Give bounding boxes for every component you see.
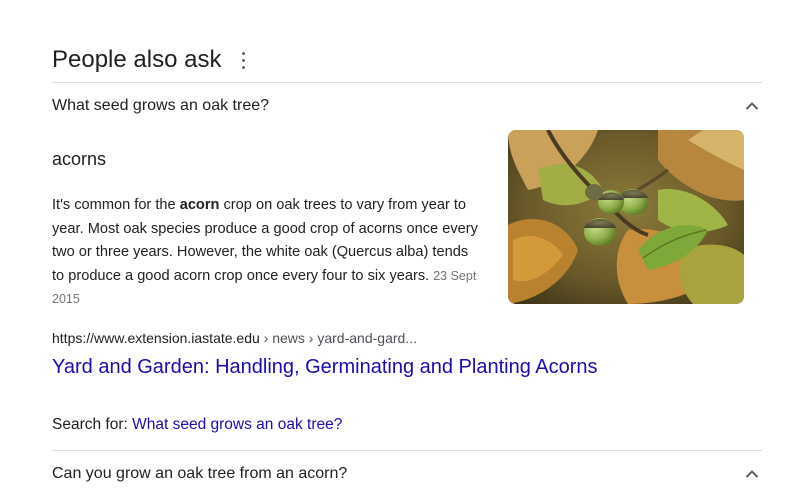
snippet-highlight: acorn <box>179 197 220 213</box>
source-url: https://www.extension.iastate.edu <box>52 330 260 346</box>
paa-title: People also ask <box>52 46 222 73</box>
question-text: Can you grow an oak tree from an acorn? <box>52 465 348 482</box>
answer-snippet: It's common for the acorn crop on oak tr… <box>52 194 482 312</box>
snippet-text-before: It's common for the <box>52 197 180 213</box>
more-vertical-icon[interactable] <box>239 51 247 69</box>
question-row-oak-seed[interactable]: What seed grows an oak tree? <box>52 82 762 130</box>
source-breadcrumbs: › news › yard-and-gard... <box>259 330 417 346</box>
search-for-label: Search for: <box>52 416 133 433</box>
search-for-row: Search for: What seed grows an oak tree? <box>52 414 342 436</box>
chevron-up-icon[interactable] <box>742 464 762 484</box>
result-title-link[interactable]: Yard and Garden: Handling, Germinating a… <box>52 353 598 381</box>
acorn-photo[interactable] <box>508 130 744 304</box>
paa-header: People also ask <box>52 44 247 76</box>
chevron-up-icon[interactable] <box>742 96 762 116</box>
question-row-grow-from-acorn[interactable]: Can you grow an oak tree from an acorn? <box>52 450 762 498</box>
search-for-query-link[interactable]: What seed grows an oak tree? <box>132 416 342 433</box>
source-citation[interactable]: https://www.extension.iastate.edu › news… <box>52 328 417 348</box>
answer-heading: acorns <box>52 149 107 169</box>
question-text: What seed grows an oak tree? <box>52 97 270 114</box>
